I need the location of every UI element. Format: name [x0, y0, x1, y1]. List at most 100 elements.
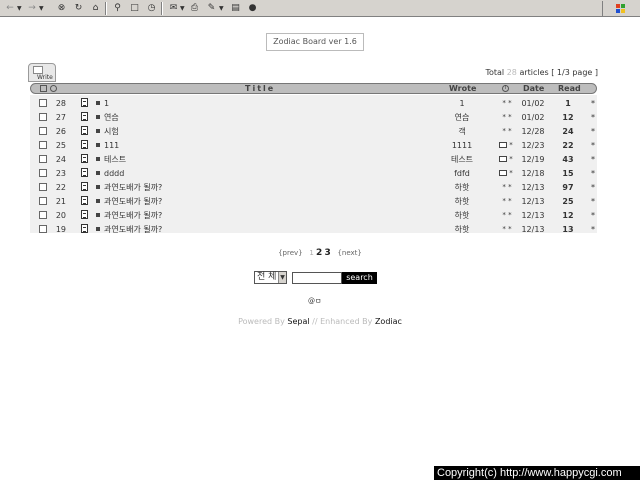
search-input[interactable] — [292, 272, 342, 284]
back-dropdown-icon[interactable]: ▼ — [17, 2, 22, 15]
mail-icon[interactable] — [499, 170, 507, 176]
row-checkbox[interactable] — [39, 155, 47, 163]
search-scope-select[interactable]: 전 체 ▼ — [254, 271, 287, 284]
mail-icon[interactable] — [499, 142, 507, 148]
row-read-count: 24 — [562, 127, 574, 136]
row-author[interactable]: 객 — [439, 126, 485, 137]
small-link-icon[interactable]: @ㅁ — [308, 296, 321, 306]
row-checkbox[interactable] — [39, 169, 47, 177]
history-icon[interactable]: ◷ — [145, 2, 158, 15]
search-icon[interactable]: ⚲ — [111, 2, 124, 15]
powered-by-footer: Powered By Sepal // Enhanced By Zodiac — [0, 317, 640, 326]
next-link[interactable]: {next} — [337, 249, 361, 257]
bullet-icon — [96, 213, 100, 217]
row-author[interactable]: 연습 — [439, 112, 485, 123]
row-date: 01/02 — [521, 99, 545, 108]
total-prefix: Total — [485, 68, 505, 77]
browser-toolbar: ← ▼ → ▼ ⊗ ↻ ⌂ ⚲ □ ◷ ✉ ▼ ⎙ ✎ ▼ ▤ ● — [0, 0, 640, 17]
table-row[interactable]: 28 1 1 * * 01/02 1 * — [30, 96, 597, 110]
stop-icon[interactable]: ⊗ — [55, 2, 68, 15]
row-checkbox[interactable] — [39, 183, 47, 191]
row-title-link[interactable]: dddd — [104, 168, 124, 179]
document-icon — [81, 196, 88, 205]
row-status-stars: * * — [502, 99, 512, 107]
row-checkbox[interactable] — [39, 113, 47, 121]
forward-dropdown-icon[interactable]: ▼ — [39, 2, 44, 15]
row-checkbox[interactable] — [39, 197, 47, 205]
pagination: {prev} 1 2 3 {next} — [0, 248, 640, 258]
table-row[interactable]: 24 테스트 테스트 * 12/19 43 * — [30, 152, 597, 166]
table-row[interactable]: 19 과연도배가 될까? 하핫 * * 12/13 13 * — [30, 222, 597, 236]
enhanced-by-label: // Enhanced By — [312, 317, 373, 326]
messenger-icon[interactable]: ● — [246, 2, 259, 15]
folder-icon[interactable]: □ — [128, 2, 141, 15]
home-icon[interactable]: ⌂ — [89, 2, 102, 15]
row-title-link[interactable]: 시험 — [104, 126, 119, 137]
row-date: 12/13 — [521, 211, 545, 220]
mail-icon[interactable]: ✉ — [167, 2, 180, 15]
row-checkbox[interactable] — [39, 99, 47, 107]
print-icon[interactable]: ⎙ — [188, 2, 201, 15]
edit-icon[interactable]: ✎ — [205, 2, 218, 15]
edit-dropdown-icon[interactable]: ▼ — [219, 2, 224, 15]
select-all-icon[interactable] — [40, 85, 47, 92]
row-end-mark: * — [591, 155, 595, 164]
row-status-stars: * * — [502, 197, 512, 205]
row-title-link[interactable]: 연습 — [104, 112, 119, 123]
row-author[interactable]: 하핫 — [439, 182, 485, 193]
header-date: Date — [523, 84, 545, 93]
table-row[interactable]: 21 과연도배가 될까? 하핫 * * 12/13 25 * — [30, 194, 597, 208]
page-link-3[interactable]: 3 — [325, 248, 331, 258]
zodiac-link[interactable]: Zodiac — [375, 317, 402, 326]
back-icon[interactable]: ← — [4, 2, 16, 15]
row-author[interactable]: 1 — [439, 98, 485, 109]
sepal-link[interactable]: Sepal — [287, 317, 309, 326]
row-date: 12/18 — [521, 169, 545, 178]
row-author[interactable]: fdfd — [439, 168, 485, 179]
chevron-down-icon[interactable]: ▼ — [278, 272, 286, 283]
row-title-link[interactable]: 과연도배가 될까? — [104, 196, 162, 207]
row-status-stars: * * — [502, 127, 512, 135]
discuss-icon[interactable]: ▤ — [229, 2, 242, 15]
row-author[interactable]: 하핫 — [439, 196, 485, 207]
row-author[interactable]: 하핫 — [439, 224, 485, 235]
row-author[interactable]: 테스트 — [439, 154, 485, 165]
row-checkbox[interactable] — [39, 141, 47, 149]
row-title-link[interactable]: 111 — [104, 140, 119, 151]
mail-icon[interactable] — [499, 156, 507, 162]
table-row[interactable]: 27 연습 연습 * * 01/02 12 * — [30, 110, 597, 124]
refresh-icon[interactable]: ↻ — [72, 2, 85, 15]
row-title-link[interactable]: 과연도배가 될까? — [104, 224, 162, 235]
write-button[interactable]: Write — [28, 63, 56, 82]
row-end-mark: * — [591, 113, 595, 122]
current-page: 1 — [309, 249, 314, 257]
header-read: Read — [558, 84, 581, 93]
table-row[interactable]: 20 과연도배가 될까? 하핫 * * 12/13 12 * — [30, 208, 597, 222]
row-checkbox[interactable] — [39, 127, 47, 135]
row-number: 21 — [55, 197, 66, 206]
row-number: 20 — [55, 211, 66, 220]
bullet-icon — [96, 129, 100, 133]
row-end-mark: * — [591, 99, 595, 108]
row-title-link[interactable]: 과연도배가 될까? — [104, 210, 162, 221]
row-number: 24 — [55, 155, 66, 164]
table-row[interactable]: 23 dddd fdfd * 12/18 15 * — [30, 166, 597, 180]
row-author[interactable]: 하핫 — [439, 210, 485, 221]
forward-icon[interactable]: → — [26, 2, 38, 15]
document-icon — [81, 168, 88, 177]
page-link-2[interactable]: 2 — [316, 248, 322, 258]
row-read-count: 22 — [562, 141, 574, 150]
row-author[interactable]: 1111 — [439, 140, 485, 151]
row-number: 19 — [55, 225, 66, 234]
table-row[interactable]: 22 과연도배가 될까? 하핫 * * 12/13 97 * — [30, 180, 597, 194]
mail-dropdown-icon[interactable]: ▼ — [180, 2, 185, 15]
table-row[interactable]: 25 111 1111 * 12/23 22 * — [30, 138, 597, 152]
row-title-link[interactable]: 1 — [104, 98, 109, 109]
row-title-link[interactable]: 과연도배가 될까? — [104, 182, 162, 193]
row-checkbox[interactable] — [39, 211, 47, 219]
row-title-link[interactable]: 테스트 — [104, 154, 126, 165]
row-checkbox[interactable] — [39, 225, 47, 233]
prev-link[interactable]: {prev} — [278, 249, 303, 257]
search-button[interactable]: search — [342, 272, 377, 284]
table-row[interactable]: 26 시험 객 * * 12/28 24 * — [30, 124, 597, 138]
